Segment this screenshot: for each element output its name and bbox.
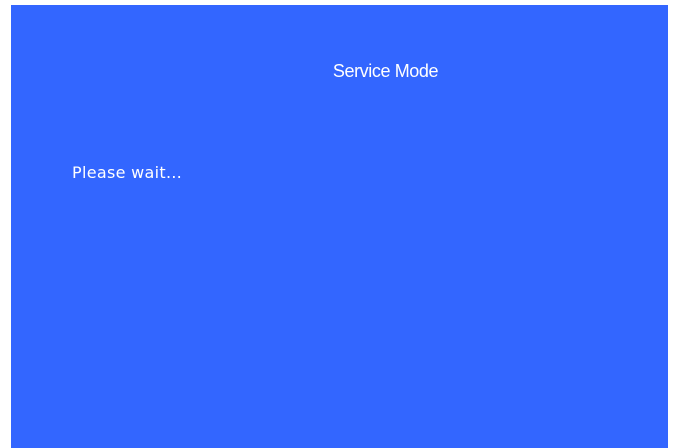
- service-mode-screen: Service Mode Please wait…: [11, 5, 668, 448]
- status-message: Please wait…: [72, 163, 183, 182]
- screen-title: Service Mode: [332, 61, 439, 81]
